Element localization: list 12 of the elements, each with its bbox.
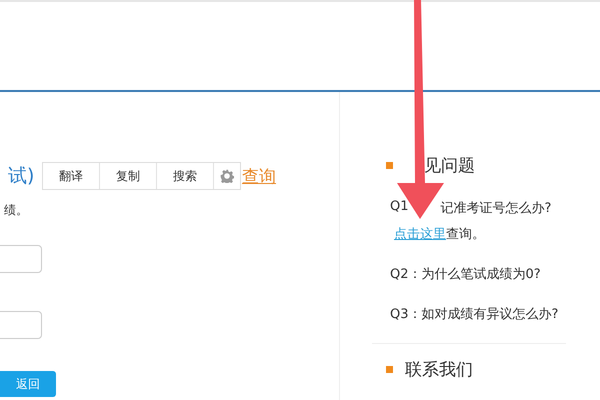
section-title: 见问题 xyxy=(423,155,475,177)
page-title: 试) xyxy=(7,164,36,189)
faq-question[interactable]: Q3：如对成绩有异议怎么办? xyxy=(390,305,558,323)
bullet-icon xyxy=(386,162,393,169)
intro-text: 绩。 xyxy=(4,202,29,219)
bullet-icon xyxy=(386,366,393,373)
faq-question[interactable]: Q2：为什么笔试成绩为0? xyxy=(390,265,541,283)
settings-icon xyxy=(220,169,234,183)
section-title: 联系我们 xyxy=(405,359,473,381)
faq-question[interactable]: 记准考证号怎么办? xyxy=(440,199,552,217)
faq-question[interactable]: Q1 xyxy=(390,199,409,217)
answer-text: 查询。 xyxy=(446,227,485,242)
